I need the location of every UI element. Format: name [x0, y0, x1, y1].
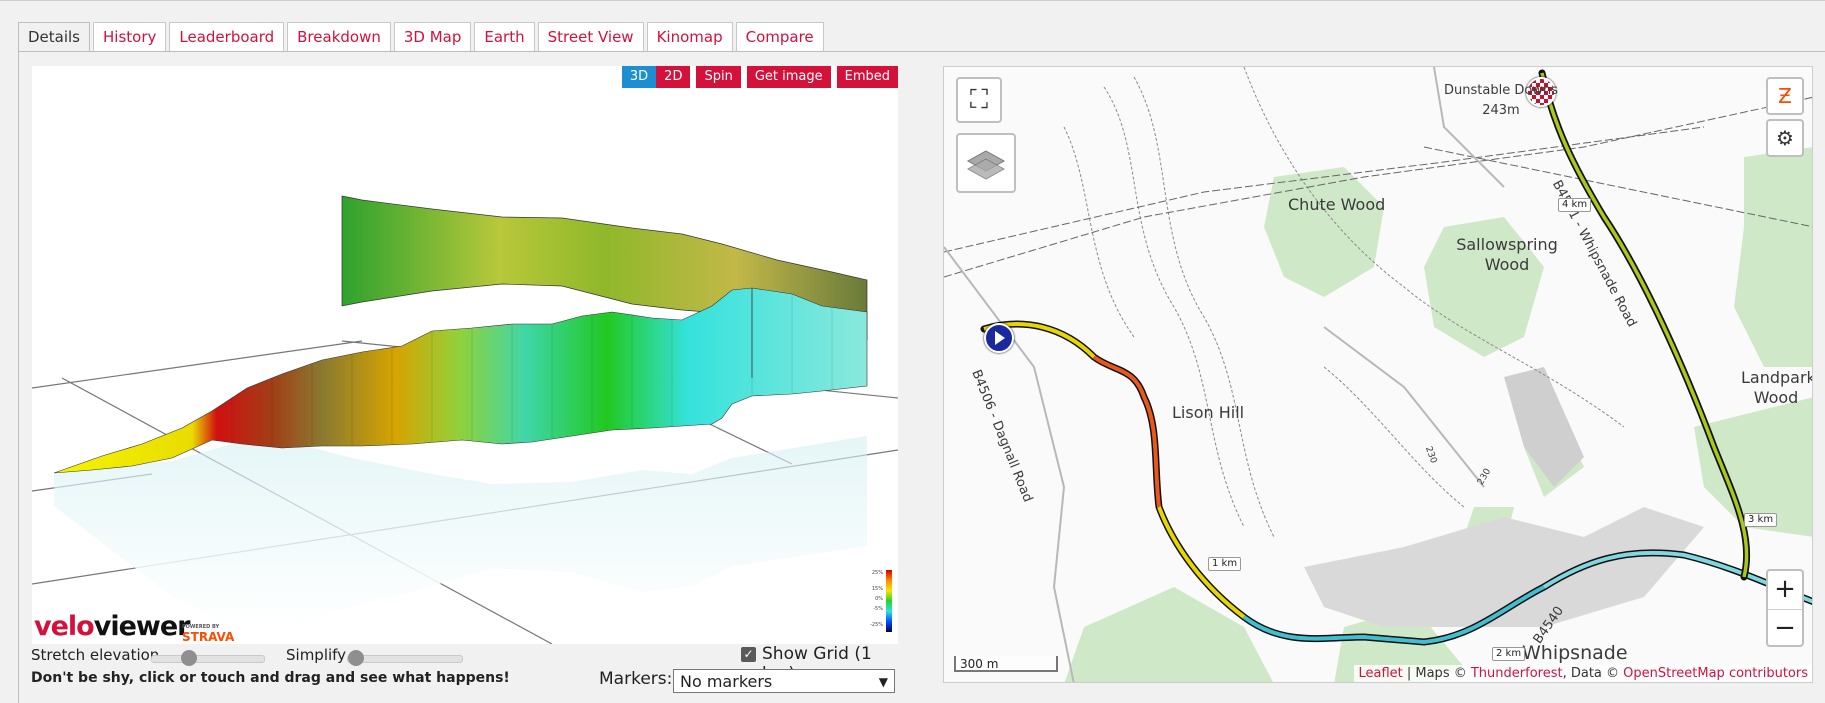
- place-chute-wood: Chute Wood: [1288, 195, 1386, 214]
- gear-icon[interactable]: ⚙: [1766, 119, 1804, 157]
- tab-history[interactable]: History: [93, 22, 167, 51]
- legend-top-label: 25%: [871, 570, 883, 576]
- tab-earth[interactable]: Earth: [474, 22, 535, 51]
- veloviewer-logo[interactable]: veloviewer: [34, 611, 191, 642]
- viewer-buttons: 3D 2D Spin Get image Embed: [621, 66, 898, 88]
- km-marker: 2 km: [1492, 647, 1526, 661]
- place-whipsnade: Whipsnade: [1522, 642, 1628, 664]
- power-lines: [944, 96, 1812, 278]
- elevation-3d-scene[interactable]: [32, 66, 898, 644]
- elevation-ribbon: [53, 287, 868, 474]
- thunderforest-link[interactable]: Thunderforest: [1471, 666, 1563, 681]
- tab-details[interactable]: Details: [18, 22, 91, 53]
- top-divider: [0, 0, 1825, 1]
- gradient-legend: 25% 15% 0% -5% -25%: [852, 570, 892, 636]
- attrib-text: , Data ©: [1562, 666, 1624, 681]
- map-attribution: Leaflet | Maps © Thunderforest, Data © O…: [1354, 665, 1812, 682]
- tab-street-view[interactable]: Street View: [537, 22, 644, 51]
- logo-viewer: viewer: [93, 611, 191, 642]
- place-sallowspring-wood: Sallowspring Wood: [1456, 235, 1558, 274]
- place-landpark-wood: Landpark Wood: [1741, 368, 1813, 407]
- view-3d-button[interactable]: 3D: [621, 66, 657, 88]
- place-lison-hill: Lison Hill: [1172, 403, 1245, 422]
- legend-label: -5%: [873, 606, 883, 612]
- legend-label: 0%: [875, 596, 883, 602]
- simplify-label: Simplify: [286, 646, 347, 664]
- reflection-fade: [54, 436, 867, 626]
- zoom-in-button[interactable]: +: [1768, 571, 1802, 610]
- layers-icon: [966, 150, 1006, 180]
- osm-link[interactable]: OpenStreetMap contributors: [1623, 666, 1808, 681]
- tab-leaderboard[interactable]: Leaderboard: [169, 22, 285, 51]
- spin-button[interactable]: Spin: [696, 66, 741, 88]
- zoom-out-button[interactable]: −: [1768, 610, 1802, 648]
- stretch-elevation-slider[interactable]: [151, 650, 265, 666]
- viewer-controls: Stretch elevation Simplify Don't be shy,…: [31, 643, 899, 699]
- view-2d-button[interactable]: 2D: [656, 66, 691, 88]
- place-label: Dunstable Downs: [1444, 83, 1558, 98]
- embed-button[interactable]: Embed: [836, 66, 898, 88]
- simplify-knob[interactable]: [348, 650, 364, 666]
- markers-label: Markers:: [599, 669, 673, 689]
- legend-label: 15%: [871, 586, 883, 592]
- map-scale: 300 m: [954, 656, 1058, 672]
- view-mode-toggle: 3D 2D: [621, 66, 691, 88]
- place-dunstable-downs: Dunstable Downs 243m: [1444, 81, 1558, 121]
- drag-hint: Don't be shy, click or touch and drag an…: [31, 670, 510, 686]
- tab-compare[interactable]: Compare: [735, 22, 824, 51]
- get-image-button[interactable]: Get image: [746, 66, 831, 88]
- show-grid-checkbox[interactable]: ✓: [741, 647, 756, 662]
- layers-button[interactable]: [956, 133, 1016, 193]
- tab-bar: Details History Leaderboard Breakdown 3D…: [18, 22, 824, 53]
- simplify-slider[interactable]: [347, 650, 463, 666]
- route-map[interactable]: ⛶ Ƶ ⚙ + − Dunstable Downs 243m Chute Wood…: [943, 66, 1813, 683]
- legend-bottom-label: -25%: [870, 622, 883, 628]
- built-up-areas: [1304, 367, 1704, 627]
- km-marker: 1 km: [1208, 557, 1242, 571]
- tab-kinomap[interactable]: Kinomap: [646, 22, 733, 51]
- markers-select[interactable]: No markers ▼: [673, 669, 895, 693]
- km-marker: 4 km: [1558, 198, 1592, 212]
- fullscreen-button[interactable]: ⛶: [956, 77, 1002, 123]
- strava-text: STRAVA: [182, 630, 235, 644]
- stretch-elevation-label: Stretch elevation: [31, 646, 160, 664]
- strava-logo: POWERED BY STRAVA: [182, 622, 235, 644]
- markers-selected-value: No markers: [680, 672, 773, 691]
- chevron-down-icon: ▼: [878, 675, 888, 689]
- start-marker-icon[interactable]: [984, 323, 1014, 353]
- stretch-elevation-knob[interactable]: [181, 650, 197, 666]
- tab-breakdown[interactable]: Breakdown: [287, 22, 391, 51]
- km-marker: 3 km: [1744, 513, 1778, 527]
- tab-3d-map[interactable]: 3D Map: [393, 22, 472, 51]
- strava-zoom-icon[interactable]: Ƶ: [1766, 77, 1804, 115]
- place-height: 243m: [1482, 103, 1520, 118]
- route-segment: [1092, 355, 1161, 508]
- elevation-3d-viewer[interactable]: 3D 2D Spin Get image Embed veloviewer PO…: [32, 66, 898, 644]
- leaflet-link[interactable]: Leaflet: [1358, 666, 1402, 681]
- map-tiles[interactable]: [944, 67, 1813, 683]
- attrib-text: | Maps ©: [1402, 666, 1471, 681]
- logo-velo: velo: [34, 611, 95, 642]
- zoom-control: + −: [1766, 569, 1804, 647]
- gradient-legend-bar: [886, 570, 892, 632]
